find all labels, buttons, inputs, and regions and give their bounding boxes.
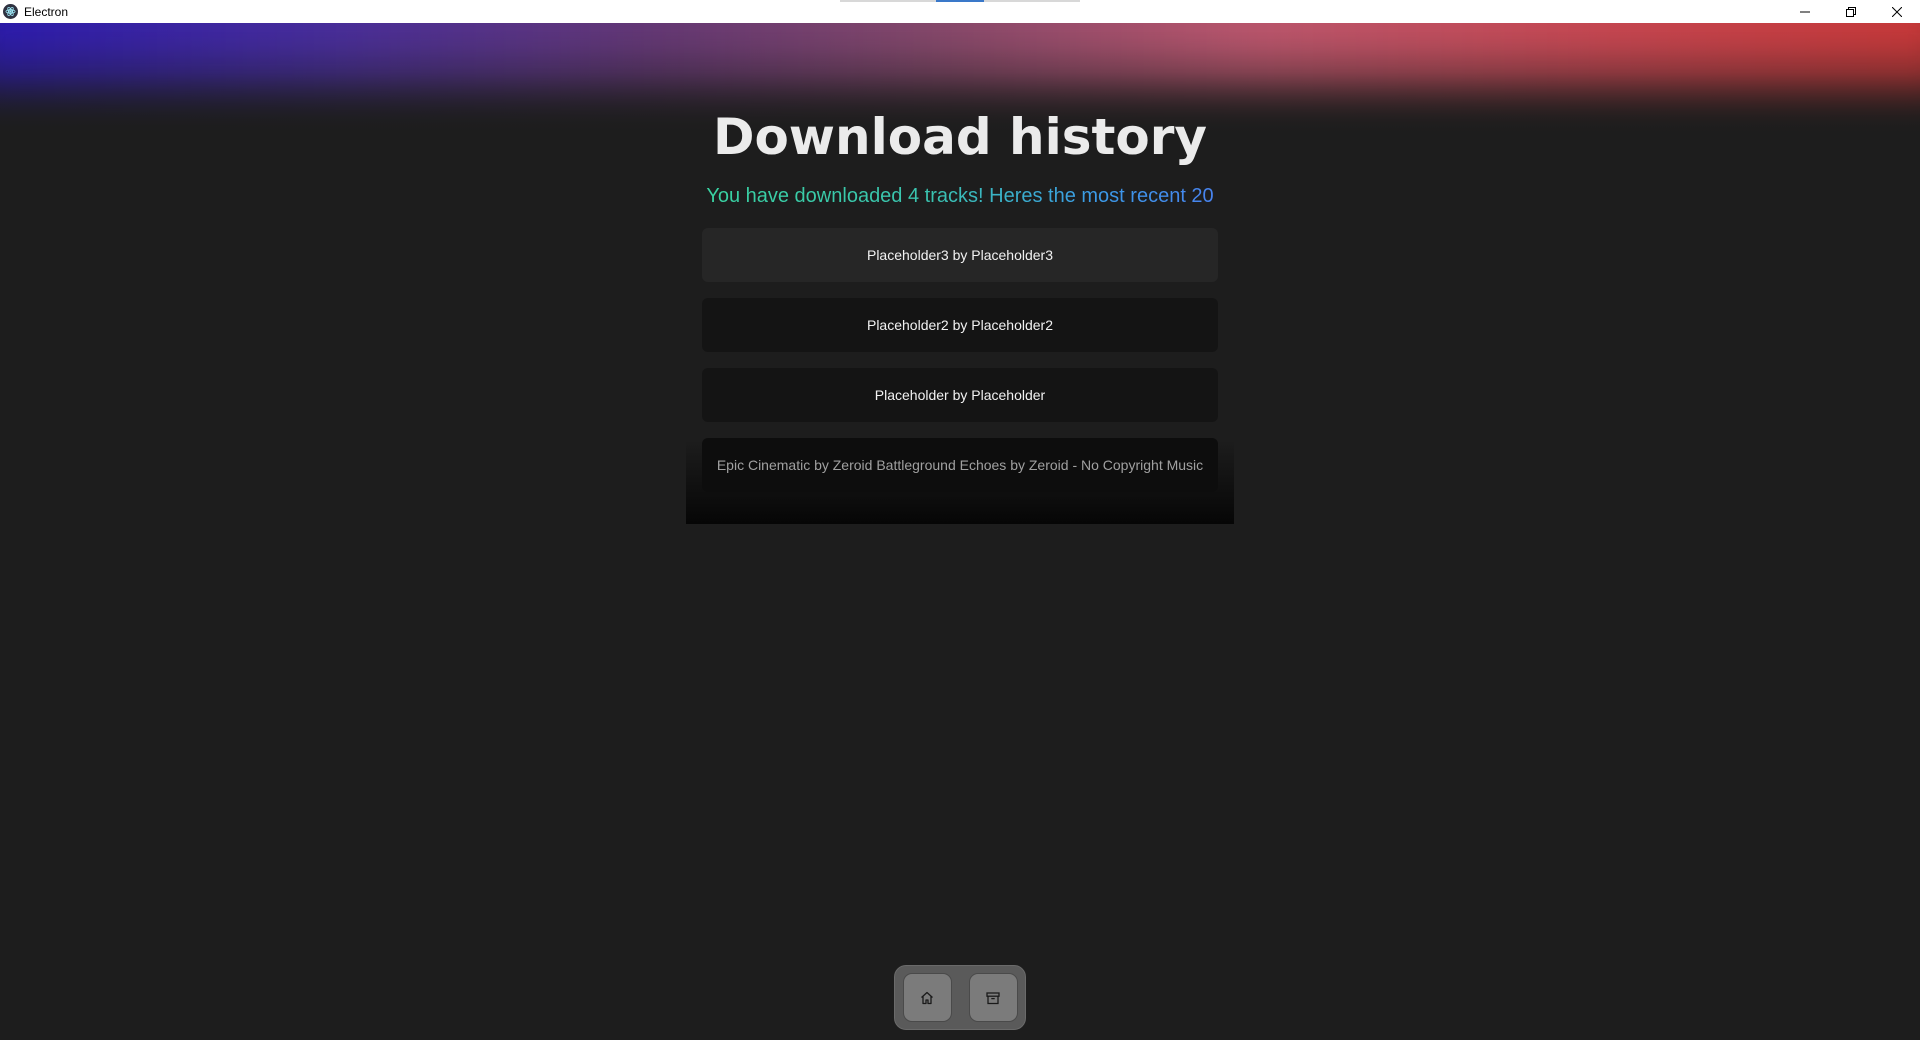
window-controls [1782, 0, 1920, 23]
window-titlebar: Electron [0, 0, 1920, 23]
close-icon [1892, 6, 1902, 17]
archive-icon [986, 991, 1000, 1004]
restore-icon [1846, 6, 1856, 17]
archive-button[interactable] [968, 973, 1018, 1022]
title-tab-active-indicator [936, 0, 984, 2]
track-item[interactable]: Epic Cinematic by Zeroid Battleground Ec… [702, 438, 1218, 492]
close-button[interactable] [1874, 0, 1920, 23]
track-item[interactable]: Placeholder3 by Placeholder3 [702, 228, 1218, 282]
minimize-icon [1800, 11, 1810, 12]
track-item[interactable]: Placeholder by Placeholder [702, 368, 1218, 422]
track-item[interactable]: Placeholder2 by Placeholder2 [702, 298, 1218, 352]
download-count-subtitle: You have downloaded 4 tracks! Heres the … [686, 185, 1234, 208]
download-history-list: Placeholder3 by Placeholder3 Placeholder… [702, 228, 1218, 508]
window-title: Electron [24, 4, 69, 19]
restore-button[interactable] [1828, 0, 1874, 23]
home-icon [921, 991, 933, 1004]
minimize-button[interactable] [1782, 0, 1828, 23]
page-title: Download history [712, 108, 1208, 166]
bottom-dock [894, 965, 1026, 1030]
home-button[interactable] [902, 973, 952, 1022]
title-tab-strip [840, 0, 1080, 2]
electron-icon [3, 4, 18, 19]
